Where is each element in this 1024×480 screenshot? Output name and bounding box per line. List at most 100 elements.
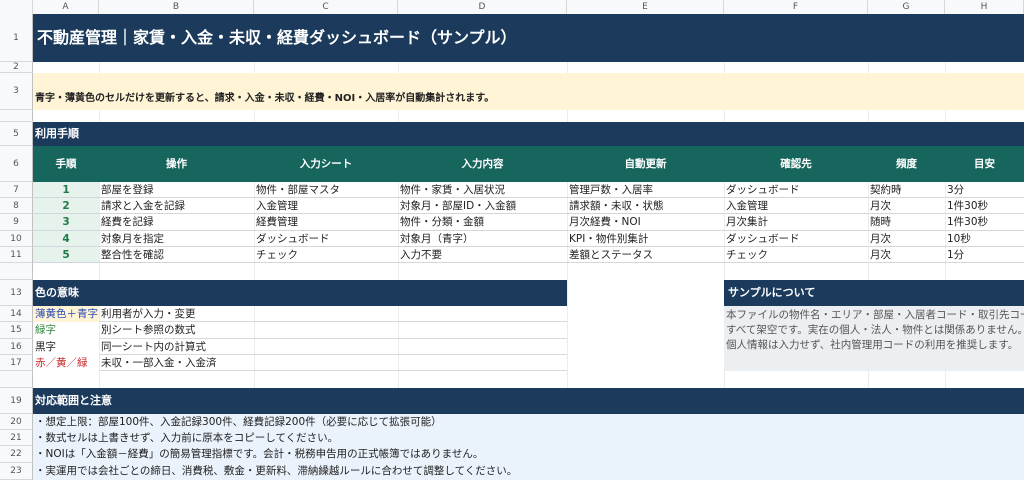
usage-cell[interactable]: 1件30秒: [945, 198, 1024, 214]
usage-cell[interactable]: 月次: [868, 198, 945, 214]
usage-cell[interactable]: 入力不要: [398, 247, 567, 263]
legend-label-formula[interactable]: 黒字: [33, 339, 99, 355]
legend-label-reference[interactable]: 緑字: [33, 322, 99, 339]
row-header-7[interactable]: 7: [0, 182, 33, 198]
usage-cell[interactable]: KPI・物件別集計: [567, 231, 724, 247]
usage-cell[interactable]: ダッシュボード: [724, 182, 868, 198]
usage-col-input-content: 入力内容: [461, 158, 504, 170]
usage-cell[interactable]: チェック: [254, 247, 398, 263]
usage-step-number[interactable]: 4: [33, 231, 99, 247]
usage-section-header: 利用手順: [33, 122, 1024, 146]
row-header-18[interactable]: [0, 371, 33, 388]
sample-panel-header: サンプルについて: [724, 280, 1024, 306]
usage-cell[interactable]: 整合性を確認: [99, 247, 254, 263]
legend-label-input[interactable]: 薄黄色＋青字: [33, 306, 99, 322]
scope-section-header: 対応範囲と注意: [33, 388, 1024, 414]
column-header-c[interactable]: C: [254, 0, 398, 14]
usage-cell[interactable]: ダッシュボード: [254, 231, 398, 247]
usage-cell[interactable]: 随時: [868, 214, 945, 231]
usage-cell[interactable]: 経費管理: [254, 214, 398, 231]
row-header-1[interactable]: 1: [0, 14, 33, 62]
usage-cell[interactable]: 入金管理: [254, 198, 398, 214]
usage-cell[interactable]: 差額とステータス: [567, 247, 724, 263]
usage-cell[interactable]: 物件・家賃・入居状況: [398, 182, 567, 198]
color-legend-header: 色の意味: [33, 280, 567, 306]
usage-cell[interactable]: 入金管理: [724, 198, 868, 214]
usage-cell[interactable]: 1分: [945, 247, 1024, 263]
scope-note[interactable]: ・NOIは「入金額－経費」の簡易管理指標です。会計・税務申告用の正式帳簿ではあり…: [35, 446, 1024, 463]
legend-desc-reference[interactable]: 別シート参照の数式: [99, 322, 567, 339]
legend-label-status[interactable]: 赤／黄／緑: [33, 355, 99, 371]
row-header-19[interactable]: 19: [0, 388, 33, 414]
usage-cell[interactable]: 1件30秒: [945, 214, 1024, 231]
sample-line: 本ファイルの物件名・エリア・部屋・入居者コード・取引先コードは: [726, 309, 1024, 321]
usage-step-number[interactable]: 2: [33, 198, 99, 214]
notice-banner: 青字・薄黄色のセルだけを更新すると、請求・入金・未収・経費・NOI・入居率が自動…: [33, 73, 1024, 110]
usage-cell[interactable]: 3分: [945, 182, 1024, 198]
row-header-4[interactable]: [0, 110, 33, 122]
row-header-21[interactable]: 21: [0, 430, 33, 446]
row-header-23[interactable]: 23: [0, 463, 33, 480]
usage-col-auto-update: 自動更新: [624, 158, 667, 170]
row-header-11[interactable]: 11: [0, 247, 33, 263]
usage-cell[interactable]: チェック: [724, 247, 868, 263]
row-header-3[interactable]: 3: [0, 73, 33, 110]
usage-col-frequency: 頻度: [896, 158, 917, 170]
row-header-2[interactable]: 2: [0, 62, 33, 73]
usage-cell[interactable]: 請求と入金を記録: [99, 198, 254, 214]
usage-cell[interactable]: 管理戸数・入居率: [567, 182, 724, 198]
column-header-g[interactable]: G: [868, 0, 945, 14]
scope-note[interactable]: ・数式セルは上書きせず、入力前に原本をコピーしてください。: [35, 430, 1024, 446]
column-header-d[interactable]: D: [398, 0, 567, 14]
scope-note[interactable]: ・想定上限：部屋100件、入金記録300件、経費記録200件（必要に応じて拡張可…: [35, 414, 1024, 430]
column-header-b[interactable]: B: [99, 0, 254, 14]
usage-cell[interactable]: 物件・分類・金額: [398, 214, 567, 231]
column-header-bar: A B C D E F G H: [0, 0, 1024, 15]
row-header-5[interactable]: 5: [0, 122, 33, 146]
legend-desc-formula[interactable]: 同一シート内の計算式: [99, 339, 567, 355]
usage-step-number[interactable]: 5: [33, 247, 99, 263]
row-header-9[interactable]: 9: [0, 214, 33, 231]
usage-cell[interactable]: 対象月・部屋ID・入金額: [398, 198, 567, 214]
column-header-f[interactable]: F: [724, 0, 868, 14]
row-header-15[interactable]: 15: [0, 322, 33, 339]
usage-cell[interactable]: 対象月（青字）: [398, 231, 567, 247]
usage-cell[interactable]: 月次集計: [724, 214, 868, 231]
usage-cell[interactable]: 対象月を指定: [99, 231, 254, 247]
usage-cell[interactable]: ダッシュボード: [724, 231, 868, 247]
usage-cell[interactable]: 部屋を登録: [99, 182, 254, 198]
row-header-6[interactable]: 6: [0, 146, 33, 182]
usage-step-number[interactable]: 3: [33, 214, 99, 231]
column-header-h[interactable]: H: [945, 0, 1024, 14]
row-header-8[interactable]: 8: [0, 198, 33, 214]
legend-desc-input[interactable]: 利用者が入力・変更: [99, 306, 567, 322]
spreadsheet: A B C D E F G H 1 2 3 5 6 7 8 9 10 11 13…: [0, 0, 1024, 480]
row-header-16[interactable]: 16: [0, 339, 33, 355]
row-header-10[interactable]: 10: [0, 231, 33, 247]
column-header-e[interactable]: E: [567, 0, 724, 14]
row-header-17[interactable]: 17: [0, 355, 33, 371]
row-header-20[interactable]: 20: [0, 414, 33, 430]
usage-cell[interactable]: 月次経費・NOI: [567, 214, 724, 231]
select-all-corner[interactable]: [0, 0, 33, 14]
usage-step-number[interactable]: 1: [33, 182, 99, 198]
legend-desc-status[interactable]: 未収・一部入金・入金済: [99, 355, 567, 371]
usage-cell[interactable]: 月次: [868, 231, 945, 247]
usage-col-estimate: 目安: [974, 158, 995, 170]
usage-col-check-target: 確認先: [780, 158, 812, 170]
row-header-13[interactable]: 13: [0, 280, 33, 306]
usage-cell[interactable]: 経費を記録: [99, 214, 254, 231]
column-header-a[interactable]: A: [33, 0, 99, 14]
usage-cell[interactable]: 契約時: [868, 182, 945, 198]
usage-cell[interactable]: 10秒: [945, 231, 1024, 247]
usage-cell[interactable]: 物件・部屋マスタ: [254, 182, 398, 198]
usage-col-input-sheet: 入力シート: [299, 158, 353, 170]
usage-col-operation: 操作: [166, 158, 187, 170]
usage-cell[interactable]: 月次: [868, 247, 945, 263]
row-header-22[interactable]: 22: [0, 446, 33, 463]
dashboard-title: 不動産管理｜家賃・入金・未収・経費ダッシュボード（サンプル）: [33, 14, 1024, 62]
row-header-14[interactable]: 14: [0, 306, 33, 322]
row-header-12[interactable]: [0, 263, 33, 280]
scope-note[interactable]: ・実運用では会社ごとの締日、消費税、敷金・更新料、滞納繰越ルールに合わせて調整し…: [35, 463, 1024, 480]
usage-cell[interactable]: 請求額・未収・状態: [567, 198, 724, 214]
